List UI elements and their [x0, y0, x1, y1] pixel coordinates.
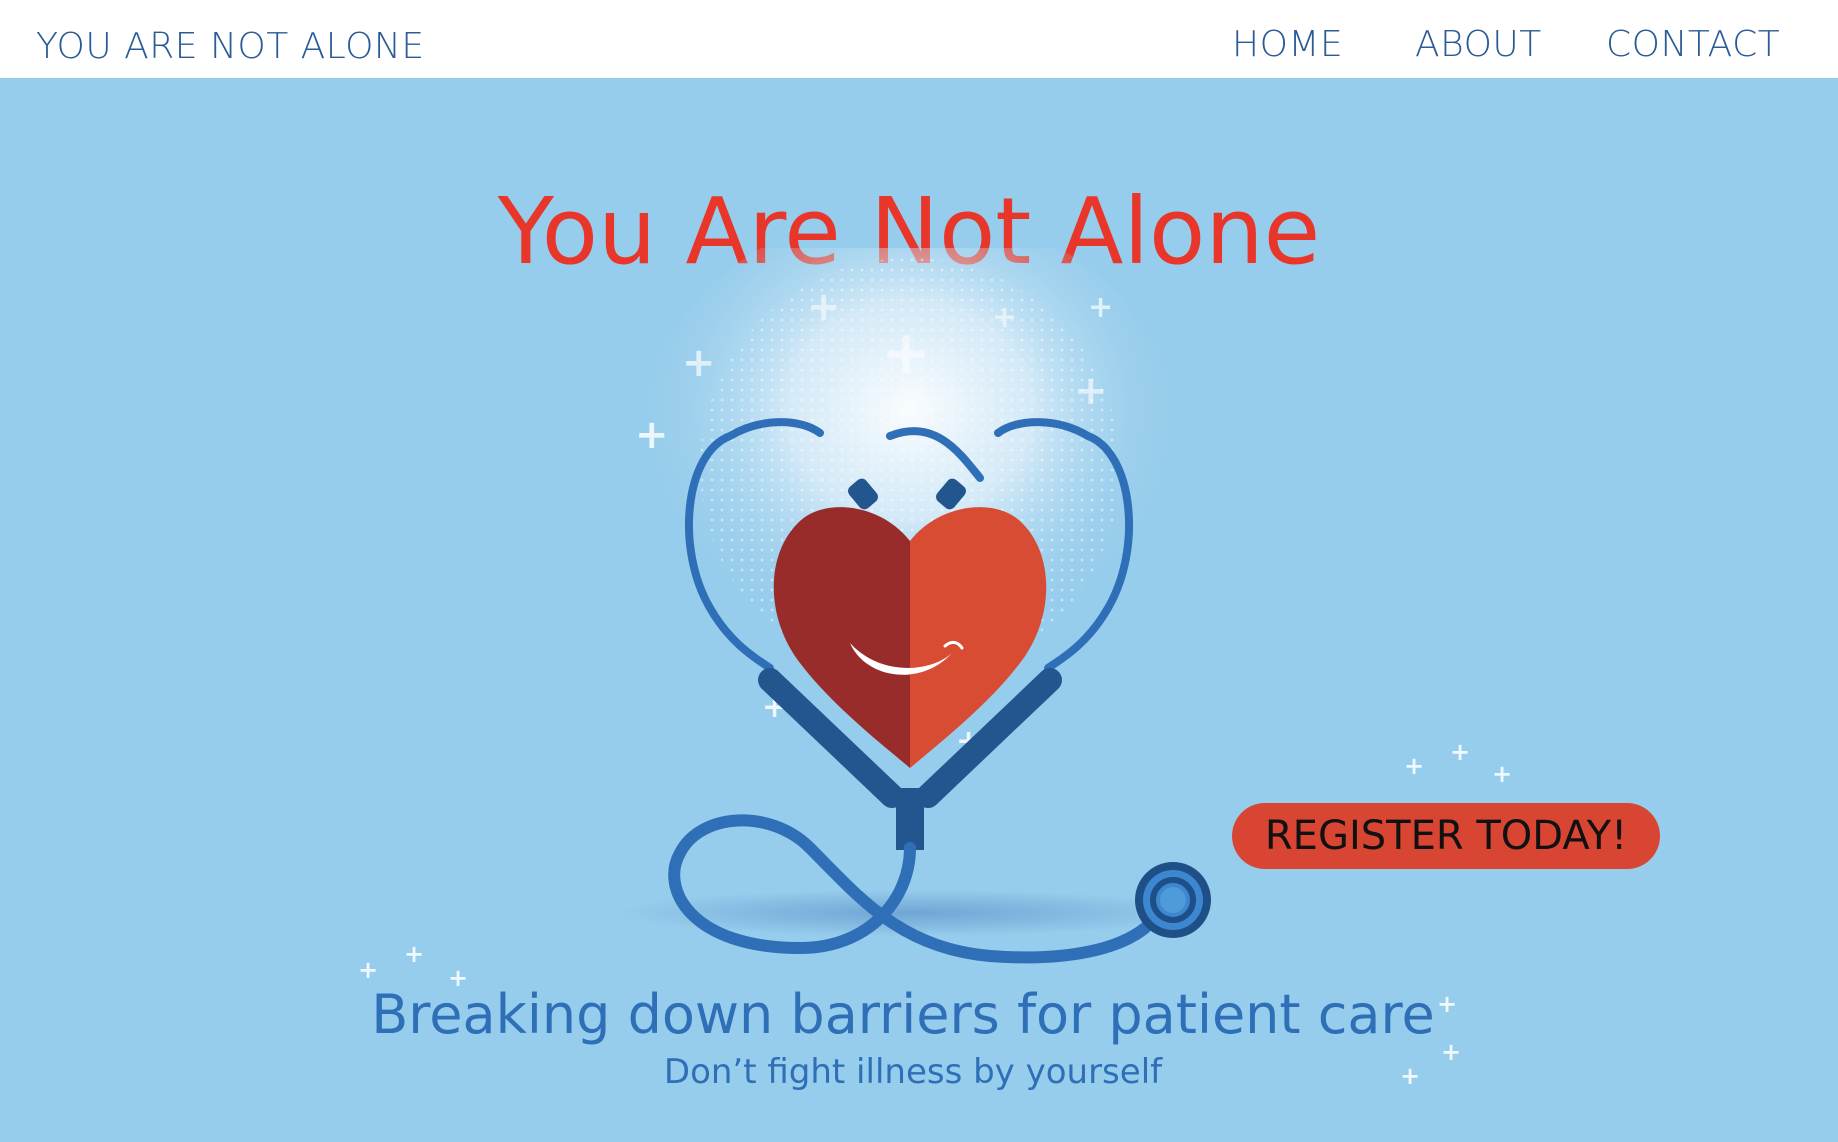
nav-contact-link[interactable]: CONTACT	[1606, 24, 1780, 65]
hero-subtagline: Don’t fight illness by yourself	[663, 1052, 1163, 1092]
heart-stethoscope-illustration	[610, 248, 1211, 964]
hero-tagline: Breaking down barriers for patient care	[371, 983, 1435, 1046]
cross-icon: +	[1404, 752, 1425, 780]
cross-icon: +	[1492, 760, 1513, 788]
cross-icon: +	[358, 956, 379, 984]
heart-left-half	[773, 507, 910, 768]
nav-home-link[interactable]: HOME	[1232, 24, 1343, 65]
cross-icon: +	[404, 940, 425, 968]
cross-icon: +	[1450, 738, 1471, 766]
page: YOU ARE NOT ALONE HOME ABOUT CONTACT You…	[0, 0, 1838, 1142]
top-navigation-bar: YOU ARE NOT ALONE HOME ABOUT CONTACT	[0, 0, 1838, 78]
stethoscope-chestpiece-center	[1160, 887, 1186, 913]
stethoscope-stem	[896, 788, 924, 850]
hero-section: You Are Not Alone + + + + + + + + + + + …	[0, 78, 1838, 1142]
register-today-button[interactable]: REGISTER TODAY!	[1232, 803, 1660, 869]
nav-about-link[interactable]: ABOUT	[1415, 24, 1542, 65]
site-brand[interactable]: YOU ARE NOT ALONE	[36, 26, 425, 67]
heart-right-half	[910, 507, 1047, 768]
